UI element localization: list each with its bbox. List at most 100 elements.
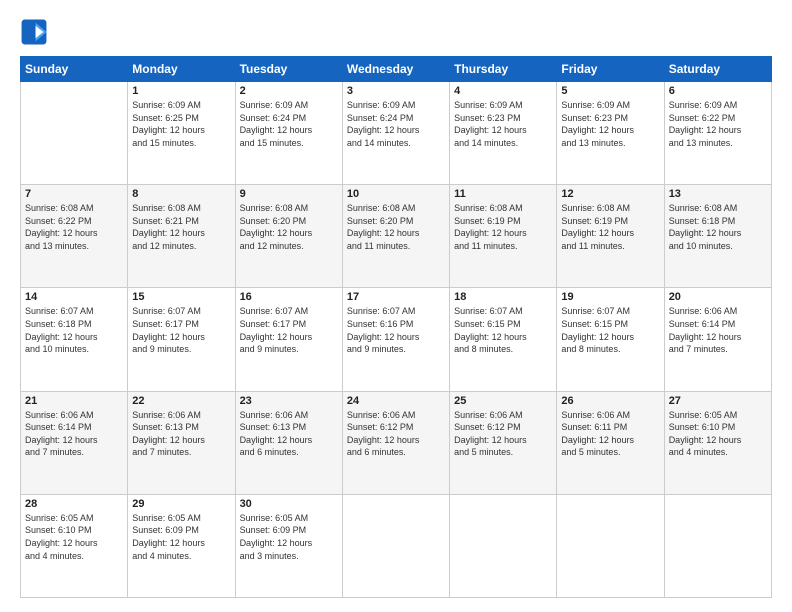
day-number: 3 xyxy=(347,85,445,97)
calendar-cell: 3 Sunrise: 6:09 AM Sunset: 6:24 PM Daylig… xyxy=(342,82,449,185)
day-details: Sunrise: 6:06 AM Sunset: 6:12 PM Dayligh… xyxy=(454,409,552,459)
day-details: Sunrise: 6:07 AM Sunset: 6:17 PM Dayligh… xyxy=(132,305,230,355)
header xyxy=(20,18,772,46)
day-number: 1 xyxy=(132,85,230,97)
calendar-cell: 9 Sunrise: 6:08 AM Sunset: 6:20 PM Daylig… xyxy=(235,185,342,288)
day-number: 10 xyxy=(347,188,445,200)
calendar-week-1: 7 Sunrise: 6:08 AM Sunset: 6:22 PM Daylig… xyxy=(21,185,772,288)
day-number: 26 xyxy=(561,395,659,407)
day-number: 27 xyxy=(669,395,767,407)
calendar-cell xyxy=(557,494,664,597)
day-details: Sunrise: 6:08 AM Sunset: 6:19 PM Dayligh… xyxy=(561,202,659,252)
calendar-cell: 12 Sunrise: 6:08 AM Sunset: 6:19 PM Dayli… xyxy=(557,185,664,288)
calendar-week-2: 14Sunrise: 6:07 AM Sunset: 6:18 PM Dayli… xyxy=(21,288,772,391)
calendar-cell: 26 Sunrise: 6:06 AM Sunset: 6:11 PM Dayli… xyxy=(557,391,664,494)
day-number: 22 xyxy=(132,395,230,407)
calendar-cell: 17 Sunrise: 6:07 AM Sunset: 6:16 PM Dayli… xyxy=(342,288,449,391)
day-number: 16 xyxy=(240,291,338,303)
day-number: 9 xyxy=(240,188,338,200)
calendar-body: 1 Sunrise: 6:09 AM Sunset: 6:25 PM Daylig… xyxy=(21,82,772,598)
day-number: 21 xyxy=(25,395,123,407)
calendar-cell: 7 Sunrise: 6:08 AM Sunset: 6:22 PM Daylig… xyxy=(21,185,128,288)
calendar-cell: 4 Sunrise: 6:09 AM Sunset: 6:23 PM Daylig… xyxy=(450,82,557,185)
day-number: 30 xyxy=(240,498,338,510)
day-details: Sunrise: 6:06 AM Sunset: 6:14 PM Dayligh… xyxy=(669,305,767,355)
page: SundayMondayTuesdayWednesdayThursdayFrid… xyxy=(0,0,792,612)
day-number: 4 xyxy=(454,85,552,97)
calendar-cell: 22 Sunrise: 6:06 AM Sunset: 6:13 PM Dayli… xyxy=(128,391,235,494)
day-number: 13 xyxy=(669,188,767,200)
day-details: Sunrise: 6:05 AM Sunset: 6:09 PM Dayligh… xyxy=(132,512,230,562)
day-details: Sunrise: 6:06 AM Sunset: 6:13 PM Dayligh… xyxy=(240,409,338,459)
calendar-cell: 18 Sunrise: 6:07 AM Sunset: 6:15 PM Dayli… xyxy=(450,288,557,391)
day-details: Sunrise: 6:05 AM Sunset: 6:10 PM Dayligh… xyxy=(25,512,123,562)
calendar-cell: 20 Sunrise: 6:06 AM Sunset: 6:14 PM Dayli… xyxy=(664,288,771,391)
calendar-cell: 21 Sunrise: 6:06 AM Sunset: 6:14 PM Dayli… xyxy=(21,391,128,494)
calendar-cell: 13 Sunrise: 6:08 AM Sunset: 6:18 PM Dayli… xyxy=(664,185,771,288)
day-number: 23 xyxy=(240,395,338,407)
day-number: 5 xyxy=(561,85,659,97)
day-details: Sunrise: 6:09 AM Sunset: 6:23 PM Dayligh… xyxy=(561,99,659,149)
calendar-cell xyxy=(342,494,449,597)
calendar-cell: 28Sunrise: 6:05 AM Sunset: 6:10 PM Dayli… xyxy=(21,494,128,597)
calendar-cell xyxy=(664,494,771,597)
calendar-cell: 25 Sunrise: 6:06 AM Sunset: 6:12 PM Dayli… xyxy=(450,391,557,494)
day-details: Sunrise: 6:07 AM Sunset: 6:16 PM Dayligh… xyxy=(347,305,445,355)
day-number: 29 xyxy=(132,498,230,510)
weekday-header-friday: Friday xyxy=(557,57,664,82)
day-details: Sunrise: 6:06 AM Sunset: 6:13 PM Dayligh… xyxy=(132,409,230,459)
calendar-cell: 16Sunrise: 6:07 AM Sunset: 6:17 PM Dayli… xyxy=(235,288,342,391)
day-number: 24 xyxy=(347,395,445,407)
weekday-header-monday: Monday xyxy=(128,57,235,82)
calendar-cell: 2Sunrise: 6:09 AM Sunset: 6:24 PM Daylig… xyxy=(235,82,342,185)
calendar-cell: 1 Sunrise: 6:09 AM Sunset: 6:25 PM Daylig… xyxy=(128,82,235,185)
weekday-header-tuesday: Tuesday xyxy=(235,57,342,82)
weekday-header-row: SundayMondayTuesdayWednesdayThursdayFrid… xyxy=(21,57,772,82)
calendar-cell: 29 Sunrise: 6:05 AM Sunset: 6:09 PM Dayli… xyxy=(128,494,235,597)
calendar-cell: 8 Sunrise: 6:08 AM Sunset: 6:21 PM Daylig… xyxy=(128,185,235,288)
day-number: 11 xyxy=(454,188,552,200)
calendar-cell: 10Sunrise: 6:08 AM Sunset: 6:20 PM Dayli… xyxy=(342,185,449,288)
day-number: 17 xyxy=(347,291,445,303)
day-number: 20 xyxy=(669,291,767,303)
day-details: Sunrise: 6:08 AM Sunset: 6:18 PM Dayligh… xyxy=(669,202,767,252)
day-details: Sunrise: 6:08 AM Sunset: 6:21 PM Dayligh… xyxy=(132,202,230,252)
day-details: Sunrise: 6:08 AM Sunset: 6:20 PM Dayligh… xyxy=(240,202,338,252)
day-details: Sunrise: 6:05 AM Sunset: 6:09 PM Dayligh… xyxy=(240,512,338,562)
day-details: Sunrise: 6:07 AM Sunset: 6:15 PM Dayligh… xyxy=(561,305,659,355)
day-details: Sunrise: 6:07 AM Sunset: 6:18 PM Dayligh… xyxy=(25,305,123,355)
day-details: Sunrise: 6:09 AM Sunset: 6:23 PM Dayligh… xyxy=(454,99,552,149)
day-number: 12 xyxy=(561,188,659,200)
logo xyxy=(20,18,52,46)
day-details: Sunrise: 6:06 AM Sunset: 6:14 PM Dayligh… xyxy=(25,409,123,459)
calendar-cell: 15 Sunrise: 6:07 AM Sunset: 6:17 PM Dayli… xyxy=(128,288,235,391)
calendar-cell xyxy=(450,494,557,597)
weekday-header-sunday: Sunday xyxy=(21,57,128,82)
day-details: Sunrise: 6:08 AM Sunset: 6:22 PM Dayligh… xyxy=(25,202,123,252)
calendar-week-4: 28Sunrise: 6:05 AM Sunset: 6:10 PM Dayli… xyxy=(21,494,772,597)
day-number: 19 xyxy=(561,291,659,303)
calendar-cell: 11 Sunrise: 6:08 AM Sunset: 6:19 PM Dayli… xyxy=(450,185,557,288)
day-number: 7 xyxy=(25,188,123,200)
day-details: Sunrise: 6:08 AM Sunset: 6:19 PM Dayligh… xyxy=(454,202,552,252)
day-details: Sunrise: 6:09 AM Sunset: 6:25 PM Dayligh… xyxy=(132,99,230,149)
day-details: Sunrise: 6:09 AM Sunset: 6:24 PM Dayligh… xyxy=(240,99,338,149)
calendar-cell: 27Sunrise: 6:05 AM Sunset: 6:10 PM Dayli… xyxy=(664,391,771,494)
calendar-header: SundayMondayTuesdayWednesdayThursdayFrid… xyxy=(21,57,772,82)
day-number: 18 xyxy=(454,291,552,303)
day-number: 15 xyxy=(132,291,230,303)
calendar-cell: 24 Sunrise: 6:06 AM Sunset: 6:12 PM Dayli… xyxy=(342,391,449,494)
calendar-table: SundayMondayTuesdayWednesdayThursdayFrid… xyxy=(20,56,772,598)
day-details: Sunrise: 6:06 AM Sunset: 6:12 PM Dayligh… xyxy=(347,409,445,459)
calendar-cell: 5 Sunrise: 6:09 AM Sunset: 6:23 PM Daylig… xyxy=(557,82,664,185)
day-number: 25 xyxy=(454,395,552,407)
day-details: Sunrise: 6:09 AM Sunset: 6:22 PM Dayligh… xyxy=(669,99,767,149)
weekday-header-saturday: Saturday xyxy=(664,57,771,82)
day-number: 8 xyxy=(132,188,230,200)
day-details: Sunrise: 6:09 AM Sunset: 6:24 PM Dayligh… xyxy=(347,99,445,149)
logo-icon xyxy=(20,18,48,46)
day-details: Sunrise: 6:07 AM Sunset: 6:15 PM Dayligh… xyxy=(454,305,552,355)
calendar-cell xyxy=(21,82,128,185)
day-details: Sunrise: 6:06 AM Sunset: 6:11 PM Dayligh… xyxy=(561,409,659,459)
weekday-header-thursday: Thursday xyxy=(450,57,557,82)
